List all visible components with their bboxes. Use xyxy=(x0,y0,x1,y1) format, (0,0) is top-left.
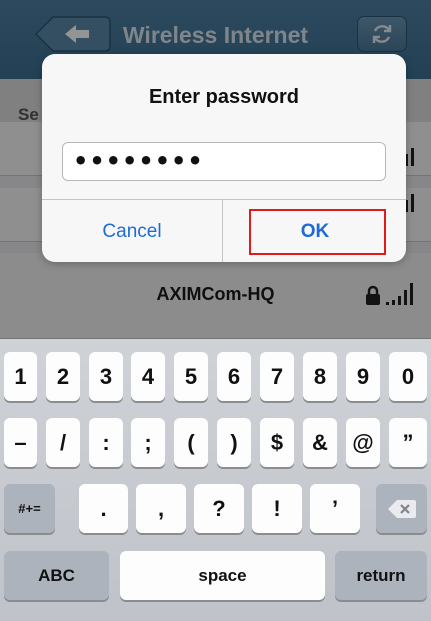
key-5[interactable]: 5 xyxy=(174,352,208,401)
key-slash[interactable]: / xyxy=(46,418,80,467)
key-semicolon[interactable]: ; xyxy=(131,418,165,467)
key-7[interactable]: 7 xyxy=(260,352,294,401)
key-1[interactable]: 1 xyxy=(4,352,37,401)
key-9[interactable]: 9 xyxy=(346,352,380,401)
return-key[interactable]: return xyxy=(335,551,427,600)
ok-highlight-box xyxy=(249,209,386,255)
key-comma[interactable]: , xyxy=(136,484,186,533)
key-colon[interactable]: : xyxy=(89,418,123,467)
key-quote[interactable]: ” xyxy=(389,418,427,467)
key-more-symbols[interactable]: #+= xyxy=(4,484,55,533)
space-key[interactable]: space xyxy=(120,551,325,600)
key-2[interactable]: 2 xyxy=(46,352,80,401)
backspace-icon xyxy=(387,499,416,518)
key-4[interactable]: 4 xyxy=(131,352,165,401)
key-period[interactable]: . xyxy=(79,484,128,533)
password-field[interactable]: •••••••• xyxy=(62,142,386,181)
key-3[interactable]: 3 xyxy=(89,352,123,401)
key-apostrophe[interactable]: ’ xyxy=(310,484,360,533)
password-dialog: Enter password •••••••• Cancel OK xyxy=(42,54,406,262)
dialog-title: Enter password xyxy=(148,86,300,108)
backspace-key[interactable] xyxy=(376,484,427,533)
cancel-button[interactable]: Cancel xyxy=(42,200,223,262)
key-dollar[interactable]: $ xyxy=(260,418,294,467)
key-question[interactable]: ? xyxy=(194,484,244,533)
key-dash[interactable]: – xyxy=(4,418,37,467)
key-exclamation[interactable]: ! xyxy=(252,484,302,533)
key-8[interactable]: 8 xyxy=(303,352,337,401)
key-abc[interactable]: ABC xyxy=(4,551,109,600)
key-ampersand[interactable]: & xyxy=(303,418,337,467)
key-6[interactable]: 6 xyxy=(217,352,251,401)
key-close-paren[interactable]: ) xyxy=(217,418,251,467)
key-0[interactable]: 0 xyxy=(389,352,427,401)
key-open-paren[interactable]: ( xyxy=(174,418,208,467)
key-at[interactable]: @ xyxy=(346,418,380,467)
keyboard: 1 2 3 4 5 6 7 8 9 0 – / : ; ( ) $ & @ ” … xyxy=(0,339,431,621)
